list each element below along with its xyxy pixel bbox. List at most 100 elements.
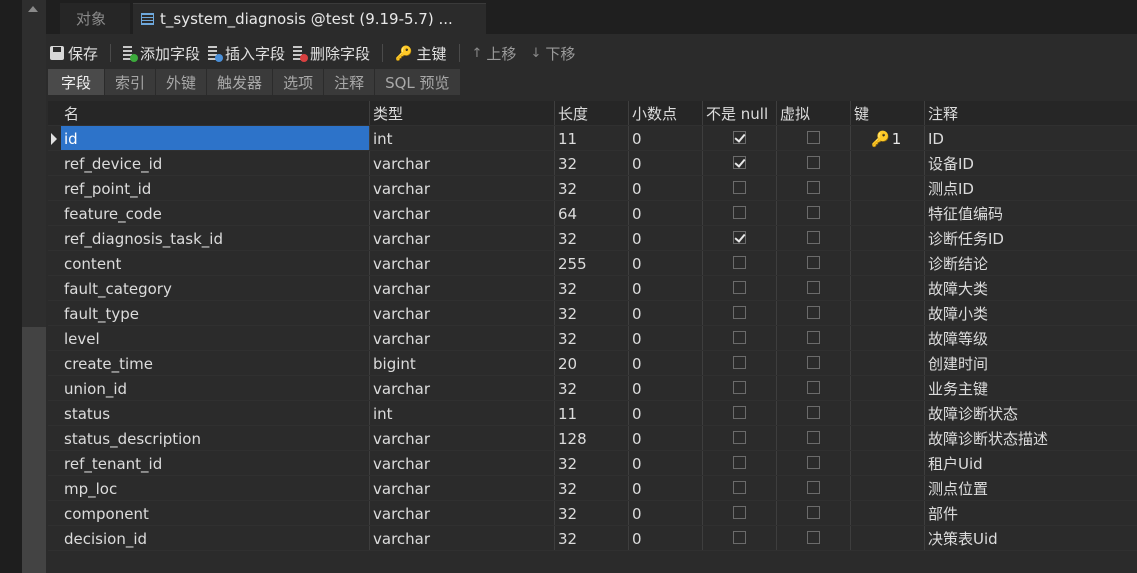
field-name-cell[interactable]: union_id (61, 376, 369, 400)
field-type-cell[interactable]: varchar (369, 276, 554, 300)
field-type-cell[interactable]: varchar (369, 251, 554, 275)
field-name-cell[interactable]: decision_id (61, 526, 369, 550)
virtual-checkbox[interactable] (807, 156, 820, 169)
table-row[interactable]: ref_diagnosis_task_id varchar 32 0 诊断任务ID (48, 226, 1137, 251)
scrollbar-thumb[interactable] (22, 327, 46, 573)
key-cell[interactable] (850, 201, 924, 225)
field-decimals-cell[interactable]: 0 (628, 301, 702, 325)
insert-field-button[interactable]: 插入字段 (204, 40, 289, 66)
tab-objects[interactable]: 对象 (60, 3, 130, 34)
column-header-length[interactable]: 长度 (554, 101, 628, 125)
virtual-checkbox[interactable] (807, 531, 820, 544)
virtual-checkbox[interactable] (807, 331, 820, 344)
field-comment-cell[interactable]: 业务主键 (924, 376, 1137, 400)
field-comment-cell[interactable]: 故障大类 (924, 276, 1137, 300)
key-cell[interactable] (850, 526, 924, 550)
key-cell[interactable] (850, 401, 924, 425)
field-type-cell[interactable]: int (369, 401, 554, 425)
field-comment-cell[interactable]: 故障诊断状态 (924, 401, 1137, 425)
field-name-cell[interactable]: feature_code (61, 201, 369, 225)
field-length-cell[interactable]: 32 (554, 151, 628, 175)
column-header-key[interactable]: 键 (850, 101, 924, 125)
field-type-cell[interactable]: varchar (369, 201, 554, 225)
virtual-checkbox[interactable] (807, 456, 820, 469)
key-cell[interactable] (850, 326, 924, 350)
subtab-indexes[interactable]: 索引 (105, 69, 157, 95)
not-null-checkbox[interactable] (733, 506, 746, 519)
column-header-name[interactable]: 名 (61, 101, 369, 125)
field-comment-cell[interactable]: 故障小类 (924, 301, 1137, 325)
not-null-checkbox[interactable] (733, 206, 746, 219)
virtual-checkbox[interactable] (807, 356, 820, 369)
key-cell[interactable]: 🔑 1 (850, 126, 924, 150)
field-comment-cell[interactable]: 创建时间 (924, 351, 1137, 375)
field-length-cell[interactable]: 255 (554, 251, 628, 275)
column-header-virtual[interactable]: 虚拟 (776, 101, 850, 125)
table-row[interactable]: fault_type varchar 32 0 故障小类 (48, 301, 1137, 326)
subtab-sql-preview[interactable]: SQL 预览 (375, 69, 461, 95)
table-row[interactable]: content varchar 255 0 诊断结论 (48, 251, 1137, 276)
column-header-not-null[interactable]: 不是 null (702, 101, 776, 125)
field-length-cell[interactable]: 64 (554, 201, 628, 225)
virtual-checkbox[interactable] (807, 206, 820, 219)
not-null-checkbox[interactable] (733, 431, 746, 444)
field-comment-cell[interactable]: 诊断结论 (924, 251, 1137, 275)
field-decimals-cell[interactable]: 0 (628, 376, 702, 400)
field-decimals-cell[interactable]: 0 (628, 201, 702, 225)
field-length-cell[interactable]: 128 (554, 426, 628, 450)
key-cell[interactable] (850, 351, 924, 375)
field-decimals-cell[interactable]: 0 (628, 476, 702, 500)
field-length-cell[interactable]: 11 (554, 401, 628, 425)
field-type-cell[interactable]: varchar (369, 476, 554, 500)
field-comment-cell[interactable]: 测点位置 (924, 476, 1137, 500)
key-cell[interactable] (850, 451, 924, 475)
not-null-checkbox[interactable] (733, 306, 746, 319)
field-comment-cell[interactable]: 特征值编码 (924, 201, 1137, 225)
field-name-cell[interactable]: mp_loc (61, 476, 369, 500)
virtual-checkbox[interactable] (807, 431, 820, 444)
field-comment-cell[interactable]: 诊断任务ID (924, 226, 1137, 250)
field-decimals-cell[interactable]: 0 (628, 526, 702, 550)
field-decimals-cell[interactable]: 0 (628, 401, 702, 425)
table-row[interactable]: component varchar 32 0 部件 (48, 501, 1137, 526)
key-cell[interactable] (850, 376, 924, 400)
key-cell[interactable] (850, 276, 924, 300)
field-type-cell[interactable]: varchar (369, 376, 554, 400)
field-length-cell[interactable]: 32 (554, 501, 628, 525)
field-type-cell[interactable]: varchar (369, 151, 554, 175)
field-name-cell[interactable]: fault_category (61, 276, 369, 300)
field-decimals-cell[interactable]: 0 (628, 426, 702, 450)
virtual-checkbox[interactable] (807, 131, 820, 144)
field-type-cell[interactable]: varchar (369, 426, 554, 450)
field-comment-cell[interactable]: ID (924, 126, 1137, 150)
field-length-cell[interactable]: 20 (554, 351, 628, 375)
save-button[interactable]: 保存 (46, 40, 102, 66)
table-row[interactable]: status_description varchar 128 0 故障诊断状态描述 (48, 426, 1137, 451)
table-row[interactable]: ref_point_id varchar 32 0 测点ID (48, 176, 1137, 201)
subtab-options[interactable]: 选项 (273, 69, 325, 95)
field-length-cell[interactable]: 11 (554, 126, 628, 150)
virtual-checkbox[interactable] (807, 256, 820, 269)
field-length-cell[interactable]: 32 (554, 526, 628, 550)
not-null-checkbox[interactable] (733, 456, 746, 469)
virtual-checkbox[interactable] (807, 281, 820, 294)
field-decimals-cell[interactable]: 0 (628, 151, 702, 175)
table-row[interactable]: level varchar 32 0 故障等级 (48, 326, 1137, 351)
table-row[interactable]: feature_code varchar 64 0 特征值编码 (48, 201, 1137, 226)
virtual-checkbox[interactable] (807, 231, 820, 244)
not-null-checkbox[interactable] (733, 256, 746, 269)
virtual-checkbox[interactable] (807, 306, 820, 319)
field-name-cell[interactable]: content (61, 251, 369, 275)
field-name-cell[interactable]: ref_device_id (61, 151, 369, 175)
table-row[interactable]: status int 11 0 故障诊断状态 (48, 401, 1137, 426)
not-null-checkbox[interactable] (733, 331, 746, 344)
field-decimals-cell[interactable]: 0 (628, 176, 702, 200)
not-null-checkbox[interactable] (733, 231, 746, 244)
field-name-cell[interactable]: fault_type (61, 301, 369, 325)
key-cell[interactable] (850, 476, 924, 500)
virtual-checkbox[interactable] (807, 181, 820, 194)
field-decimals-cell[interactable]: 0 (628, 276, 702, 300)
field-name-cell[interactable]: status_description (61, 426, 369, 450)
table-row[interactable]: union_id varchar 32 0 业务主键 (48, 376, 1137, 401)
table-row[interactable]: fault_category varchar 32 0 故障大类 (48, 276, 1137, 301)
